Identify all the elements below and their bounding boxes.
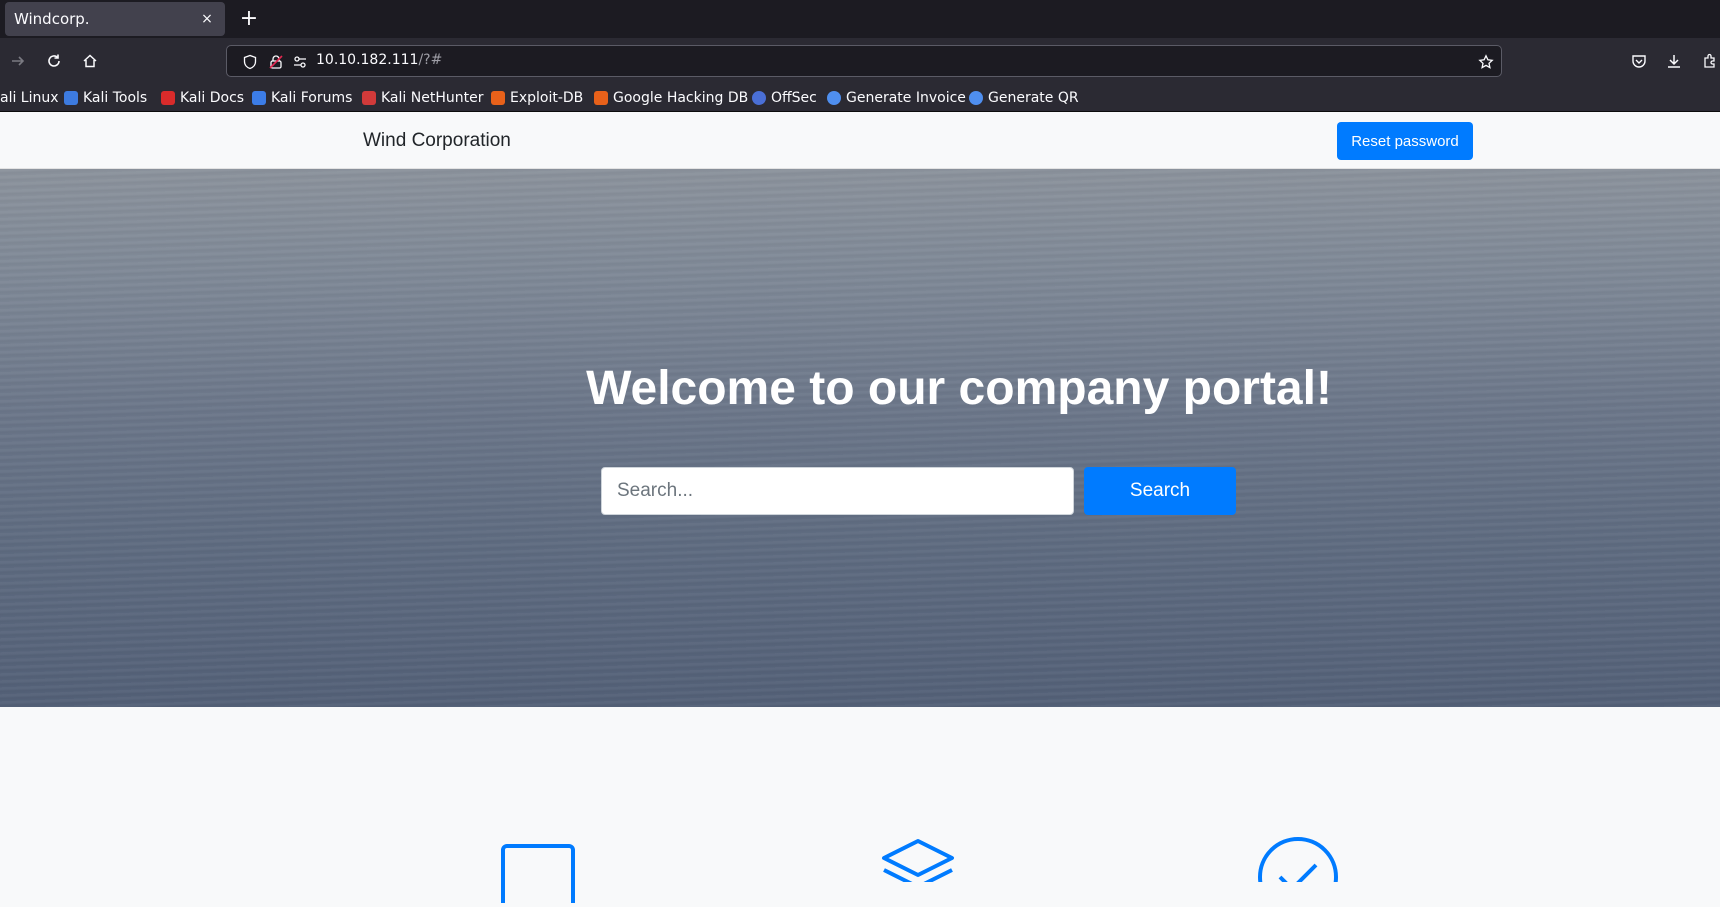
globe-icon	[969, 91, 983, 105]
downloads-icon[interactable]	[1660, 47, 1688, 75]
bookmark-kali-nethunter[interactable]: Kali NetHunter	[362, 89, 483, 107]
reload-icon[interactable]	[40, 47, 68, 75]
hero-section: Welcome to our company portal! Search	[0, 169, 1720, 707]
shield-icon[interactable]	[241, 53, 259, 71]
permissions-icon[interactable]	[291, 53, 309, 71]
bookmark-kali-docs[interactable]: Kali Docs	[161, 89, 244, 107]
new-tab-button[interactable]: +	[238, 6, 260, 32]
bookmark-google-hacking-db[interactable]: Google Hacking DB	[594, 89, 748, 107]
bookmark-label: Kali Tools	[83, 90, 148, 106]
insecure-lock-icon[interactable]	[267, 53, 285, 71]
layers-icon	[880, 838, 956, 889]
search-input[interactable]	[601, 467, 1074, 515]
tab-title: Windcorp.	[14, 10, 90, 28]
bookmark-label: OffSec	[771, 90, 817, 106]
kali-docs-icon	[161, 91, 175, 105]
bookmark-label: Generate Invoice	[846, 90, 966, 106]
kali-forums-icon	[252, 91, 266, 105]
site-navbar: Wind Corporation Reset password	[0, 112, 1720, 169]
url-path: /?#	[418, 52, 443, 68]
search-button[interactable]: Search	[1084, 467, 1236, 515]
site-brand[interactable]: Wind Corporation	[363, 130, 511, 152]
bookmark-generate-qr[interactable]: Generate QR	[969, 89, 1079, 107]
bookmark-offsec[interactable]: OffSec	[752, 89, 817, 107]
bookmark-label: Google Hacking DB	[613, 90, 749, 106]
address-bar[interactable]: 10.10.182.111/?#	[226, 45, 1502, 77]
check-circle-icon	[1256, 835, 1340, 907]
bookmark-label: Kali NetHunter	[381, 90, 484, 106]
bookmark-label: Generate QR	[988, 90, 1079, 106]
extensions-icon[interactable]	[1696, 47, 1720, 75]
offsec-icon	[752, 91, 766, 105]
bookmark-label: Kali Forums	[271, 90, 353, 106]
globe-icon	[827, 91, 841, 105]
tab-close-icon[interactable]: ×	[199, 11, 215, 27]
url-host: 10.10.182.111	[316, 52, 419, 68]
url-text: 10.10.182.111/?#	[316, 52, 442, 68]
bookmark-label: Exploit-DB	[510, 90, 584, 106]
bookmark-kali-forums[interactable]: Kali Forums	[252, 89, 352, 107]
hero-title: Welcome to our company portal!	[586, 362, 1332, 415]
home-icon[interactable]	[76, 47, 104, 75]
browser-tab[interactable]: Windcorp. ×	[5, 2, 225, 36]
reset-password-button[interactable]: Reset password	[1337, 122, 1473, 160]
bookmark-kali-tools[interactable]: Kali Tools	[64, 89, 147, 107]
bookmark-exploit-db[interactable]: Exploit-DB	[491, 89, 583, 107]
ghdb-icon	[594, 91, 608, 105]
bookmark-kali-linux[interactable]: ali Linux	[0, 89, 59, 107]
bookmark-star-icon[interactable]	[1477, 53, 1495, 71]
bookmark-label: ali Linux	[0, 90, 59, 106]
square-icon	[500, 843, 576, 907]
forward-arrow-icon[interactable]	[4, 47, 32, 75]
kali-nethunter-icon	[362, 91, 376, 105]
bookmark-generate-invoice[interactable]: Generate Invoice	[827, 89, 966, 107]
exploit-db-icon	[491, 91, 505, 105]
pocket-icon[interactable]	[1625, 47, 1653, 75]
bookmarks-toolbar: ali Linux Kali Tools Kali Docs Kali Foru…	[0, 84, 1720, 112]
features-section	[0, 707, 1720, 907]
kali-tools-icon	[64, 91, 78, 105]
bookmark-label: Kali Docs	[180, 90, 245, 106]
browser-tab-bar: Windcorp. × +	[0, 0, 1720, 38]
